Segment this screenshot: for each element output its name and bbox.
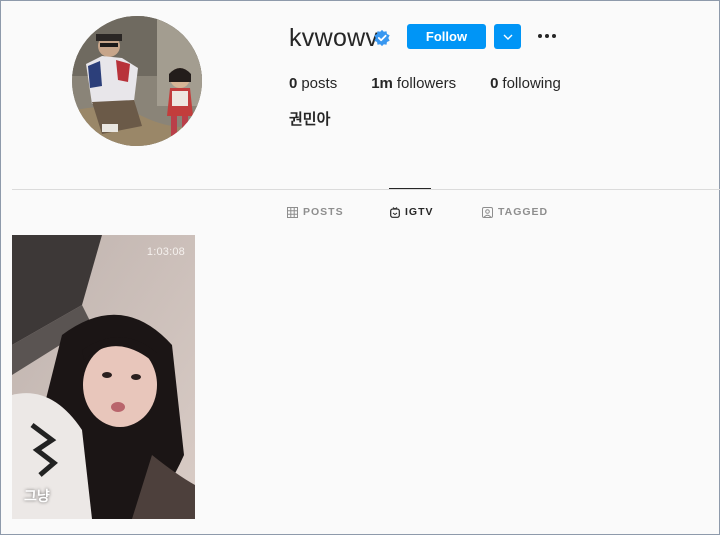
more-options-dot [552, 34, 556, 38]
stat-following[interactable]: 0 following [490, 75, 561, 92]
stat-followers-count: 1m [371, 75, 393, 92]
igtv-icon [390, 206, 400, 218]
stat-posts-count: 0 [289, 75, 298, 92]
stat-followers[interactable]: 1m followers [371, 75, 456, 92]
tab-posts[interactable]: POSTS [287, 206, 344, 218]
tab-tagged-label: TAGGED [498, 206, 549, 218]
tab-tagged[interactable]: TAGGED [482, 206, 548, 218]
profile-stats: 0 posts 1m followers 0 following [289, 75, 595, 92]
profile-username: kvwowv [289, 24, 379, 52]
more-options-icon [538, 34, 542, 38]
follow-button[interactable]: Follow [407, 24, 486, 49]
video-thumbnail [12, 235, 195, 519]
more-options-button[interactable] [535, 27, 559, 45]
tab-igtv[interactable]: IGTV [390, 206, 434, 218]
tagged-icon [482, 206, 493, 218]
active-tab-indicator [389, 188, 431, 189]
tab-posts-label: POSTS [303, 206, 344, 218]
chevron-down-icon [503, 34, 512, 40]
video-title: 그냥 [24, 488, 50, 504]
igtv-video-card[interactable]: 1:03:08 그냥 [12, 235, 195, 519]
profile-avatar[interactable] [72, 16, 202, 146]
stat-followers-label: followers [396, 75, 457, 92]
verified-badge-icon [374, 29, 390, 47]
suggested-accounts-dropdown-button[interactable] [494, 24, 521, 49]
grid-icon [287, 206, 298, 218]
stat-following-count: 0 [490, 75, 499, 92]
more-options-dot [545, 34, 549, 38]
stat-posts: 0 posts [289, 75, 337, 92]
video-duration: 1:03:08 [146, 246, 185, 258]
tabs-divider [12, 189, 720, 190]
profile-full-name: 권민아 [289, 111, 331, 128]
tab-igtv-label: IGTV [405, 206, 434, 218]
stat-posts-label: posts [301, 75, 338, 92]
stat-following-label: following [502, 75, 561, 92]
